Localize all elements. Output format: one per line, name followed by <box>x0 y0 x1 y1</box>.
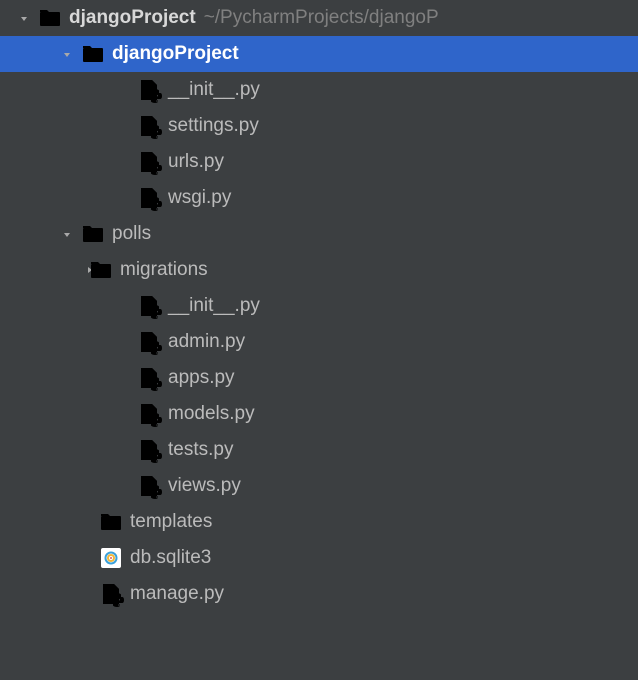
folder-label: djangoProject <box>112 43 239 65</box>
tree-row-file-views[interactable]: views.py <box>0 468 638 504</box>
tree-row-file-init2[interactable]: __init__.py <box>0 288 638 324</box>
file-label: urls.py <box>168 151 224 173</box>
folder-label: templates <box>130 511 212 533</box>
python-file-icon <box>138 295 160 317</box>
folder-icon <box>39 7 61 29</box>
python-file-icon <box>138 187 160 209</box>
file-label: views.py <box>168 475 241 497</box>
tree-row-file-wsgi[interactable]: wsgi.py <box>0 180 638 216</box>
python-file-icon <box>138 331 160 353</box>
tree-row-root[interactable]: djangoProject ~/PycharmProjects/djangoP <box>0 0 638 36</box>
project-root-label: djangoProject <box>69 7 196 29</box>
chevron-down-icon[interactable] <box>58 45 76 63</box>
folder-label: migrations <box>120 259 208 281</box>
tree-row-file-tests[interactable]: tests.py <box>0 432 638 468</box>
file-label: tests.py <box>168 439 233 461</box>
tree-row-file-apps[interactable]: apps.py <box>0 360 638 396</box>
python-file-icon <box>138 151 160 173</box>
sqlite-file-icon <box>100 547 122 569</box>
file-label: manage.py <box>130 583 224 605</box>
tree-row-polls[interactable]: polls <box>0 216 638 252</box>
chevron-down-icon[interactable] <box>58 225 76 243</box>
tree-row-file-init1[interactable]: __init__.py <box>0 72 638 108</box>
python-file-icon <box>138 403 160 425</box>
package-folder-icon <box>90 259 112 281</box>
file-label: admin.py <box>168 331 245 353</box>
package-folder-icon <box>82 223 104 245</box>
tree-row-file-urls[interactable]: urls.py <box>0 144 638 180</box>
tree-row-file-admin[interactable]: admin.py <box>0 324 638 360</box>
tree-row-templates[interactable]: templates <box>0 504 638 540</box>
file-label: apps.py <box>168 367 235 389</box>
python-file-icon <box>138 79 160 101</box>
tree-row-file-manage[interactable]: manage.py <box>0 576 638 612</box>
project-root-path: ~/PycharmProjects/djangoP <box>204 7 439 29</box>
file-label: models.py <box>168 403 255 425</box>
package-folder-icon <box>82 43 104 65</box>
file-label: __init__.py <box>168 79 260 101</box>
file-label: wsgi.py <box>168 187 231 209</box>
chevron-down-icon[interactable] <box>15 9 33 27</box>
tree-row-djangoproject-pkg[interactable]: djangoProject <box>0 36 638 72</box>
tree-row-file-db[interactable]: db.sqlite3 <box>0 540 638 576</box>
folder-label: polls <box>112 223 151 245</box>
python-file-icon <box>100 583 122 605</box>
python-file-icon <box>138 439 160 461</box>
file-label: __init__.py <box>168 295 260 317</box>
tree-row-file-models[interactable]: models.py <box>0 396 638 432</box>
tree-row-file-settings[interactable]: settings.py <box>0 108 638 144</box>
templates-folder-icon <box>100 511 122 533</box>
tree-row-migrations[interactable]: migrations <box>0 252 638 288</box>
python-file-icon <box>138 367 160 389</box>
file-label: db.sqlite3 <box>130 547 211 569</box>
file-label: settings.py <box>168 115 259 137</box>
python-file-icon <box>138 475 160 497</box>
python-file-icon <box>138 115 160 137</box>
